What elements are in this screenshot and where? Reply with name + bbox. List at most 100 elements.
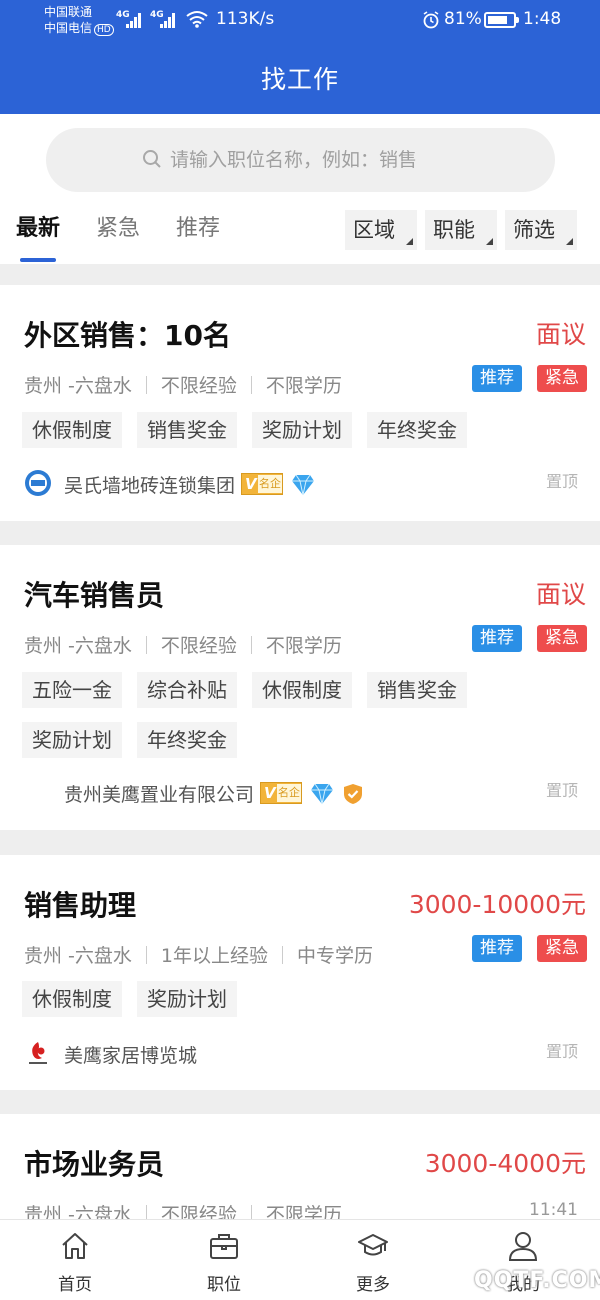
job-meta: 贵州 -六盘水 不限经验 不限学历 xyxy=(24,371,342,398)
job-location: 贵州 -六盘水 xyxy=(24,635,132,657)
post-time: 11:41 xyxy=(529,1200,578,1219)
nav-label: 首页 xyxy=(58,1275,92,1295)
network-speed: 113K/s xyxy=(216,9,275,29)
graduation-cap-icon xyxy=(358,1234,388,1256)
filter-label: 筛选 xyxy=(513,218,555,242)
urgent-badge: 紧急 xyxy=(537,625,587,652)
nav-jobs[interactable]: 职位 xyxy=(174,1220,274,1300)
company-name: 贵州美鹰置业有限公司 xyxy=(64,784,255,806)
filter-function[interactable]: 职能 xyxy=(425,210,497,250)
recommend-badge: 推荐 xyxy=(472,365,522,392)
carrier-1: 中国联通 xyxy=(44,5,93,19)
search-icon xyxy=(143,150,161,168)
benefit-tag: 休假制度 xyxy=(22,981,122,1017)
status-bar: 中国联通 中国电信 HD 4G 4G 113K/s 81% 1:48 xyxy=(0,0,600,42)
job-card[interactable]: 销售助理 3000-10000元 贵州 -六盘水 1年以上经验 中专学历 推荐 紧急… xyxy=(0,855,600,1090)
tab-latest[interactable]: 最新 xyxy=(16,210,60,242)
job-location: 贵州 -六盘水 xyxy=(24,945,132,967)
verified-shield-icon xyxy=(344,784,363,804)
search-input[interactable] xyxy=(170,142,500,178)
company-line: 美鹰家居博览城 xyxy=(64,1041,197,1068)
alarm-icon xyxy=(423,11,439,29)
home-icon xyxy=(62,1233,88,1259)
benefit-tag: 休假制度 xyxy=(252,672,352,708)
benefit-tag: 奖励计划 xyxy=(252,412,352,448)
diamond-icon xyxy=(292,474,315,496)
filter-region[interactable]: 区域 xyxy=(345,210,417,250)
nav-more[interactable]: 更多 xyxy=(323,1220,423,1300)
company-line: 吴氏墙地砖连锁集团 V 名企 xyxy=(64,471,315,498)
tab-recommended[interactable]: 推荐 xyxy=(176,210,220,242)
job-education: 不限学历 xyxy=(265,1204,342,1219)
company-name: 吴氏墙地砖连锁集团 xyxy=(64,475,236,497)
pinned-label: 置顶 xyxy=(545,781,578,800)
job-location: 贵州 -六盘水 xyxy=(24,375,132,397)
company-name: 美鹰家居博览城 xyxy=(64,1045,198,1067)
title-bar: 找工作 xyxy=(0,42,600,114)
benefit-tag: 奖励计划 xyxy=(22,722,122,758)
recommend-badge: 推荐 xyxy=(472,625,522,652)
carrier-2: 中国电信 xyxy=(44,21,93,35)
tab-urgent[interactable]: 紧急 xyxy=(96,210,140,242)
dropdown-triangle-icon xyxy=(486,238,493,245)
job-location: 贵州 -六盘水 xyxy=(24,1204,132,1219)
diamond-icon xyxy=(311,783,334,805)
benefit-tag: 销售奖金 xyxy=(137,412,237,448)
job-salary: 面议 xyxy=(535,580,586,609)
dropdown-triangle-icon xyxy=(406,238,413,245)
search-section: 最新 紧急 推荐 区域 职能 筛选 xyxy=(0,114,600,264)
benefit-tag: 休假制度 xyxy=(22,412,122,448)
job-title: 市场业务员 xyxy=(24,1148,165,1181)
company-line: 贵州美鹰置业有限公司 V 名企 xyxy=(64,780,364,807)
watermark: QQTF.COM xyxy=(474,1268,600,1293)
cert-label: 名企 xyxy=(258,475,283,493)
job-title: 汽车销售员 xyxy=(24,579,165,612)
pinned-label: 置顶 xyxy=(545,472,578,491)
job-meta: 贵州 -六盘水 不限经验 不限学历 xyxy=(24,631,342,658)
wifi-icon xyxy=(186,11,208,28)
page-title: 找工作 xyxy=(260,65,339,94)
filter-more[interactable]: 筛选 xyxy=(505,210,577,250)
user-icon xyxy=(508,1232,538,1261)
search-box[interactable] xyxy=(46,128,555,192)
carrier-info: 中国联通 中国电信 HD xyxy=(44,4,114,38)
cert-label: 名企 xyxy=(277,784,302,802)
job-education: 不限学历 xyxy=(265,635,342,657)
job-salary: 3000-10000元 xyxy=(408,890,586,919)
company-logo xyxy=(29,1042,47,1064)
benefit-tag: 年终奖金 xyxy=(137,722,237,758)
signal-icon xyxy=(126,12,146,28)
job-salary: 3000-4000元 xyxy=(424,1149,586,1178)
benefit-tag: 综合补贴 xyxy=(137,672,237,708)
famous-company-badge: V 名企 xyxy=(241,473,284,495)
nav-label: 职位 xyxy=(207,1275,241,1295)
job-card[interactable]: 外区销售：10名 面议 贵州 -六盘水 不限经验 不限学历 推荐 紧急 休假制度 销… xyxy=(0,285,600,521)
hd-badge: HD xyxy=(94,24,114,36)
battery-percent: 81% xyxy=(444,9,482,29)
job-card[interactable]: 市场业务员 3000-4000元 贵州 -六盘水 不限经验 不限学历 11:41 xyxy=(0,1114,600,1219)
benefit-tag: 五险一金 xyxy=(22,672,122,708)
company-logo xyxy=(25,470,51,496)
recommend-badge: 推荐 xyxy=(472,935,522,962)
clock: 1:48 xyxy=(523,9,562,29)
pinned-label: 置顶 xyxy=(545,1042,578,1061)
job-experience: 1年以上经验 xyxy=(160,945,268,967)
briefcase-icon xyxy=(210,1234,238,1259)
benefit-tag: 奖励计划 xyxy=(137,981,237,1017)
dropdown-triangle-icon xyxy=(566,238,573,245)
famous-company-badge: V 名企 xyxy=(260,782,303,804)
job-title: 销售助理 xyxy=(24,889,137,922)
job-meta: 贵州 -六盘水 1年以上经验 中专学历 xyxy=(24,941,373,968)
urgent-badge: 紧急 xyxy=(537,365,587,392)
urgent-badge: 紧急 xyxy=(537,935,587,962)
job-title: 外区销售：10名 xyxy=(24,319,231,352)
job-salary: 面议 xyxy=(535,320,586,349)
job-experience: 不限经验 xyxy=(160,635,237,657)
nav-label: 更多 xyxy=(356,1275,390,1295)
filter-label: 区域 xyxy=(353,218,395,242)
benefit-tag: 销售奖金 xyxy=(367,672,467,708)
benefit-tag: 年终奖金 xyxy=(367,412,467,448)
nav-home[interactable]: 首页 xyxy=(25,1220,125,1300)
job-card[interactable]: 汽车销售员 面议 贵州 -六盘水 不限经验 不限学历 推荐 紧急 五险一金 综合补贴… xyxy=(0,545,600,830)
filter-label: 职能 xyxy=(433,218,475,242)
